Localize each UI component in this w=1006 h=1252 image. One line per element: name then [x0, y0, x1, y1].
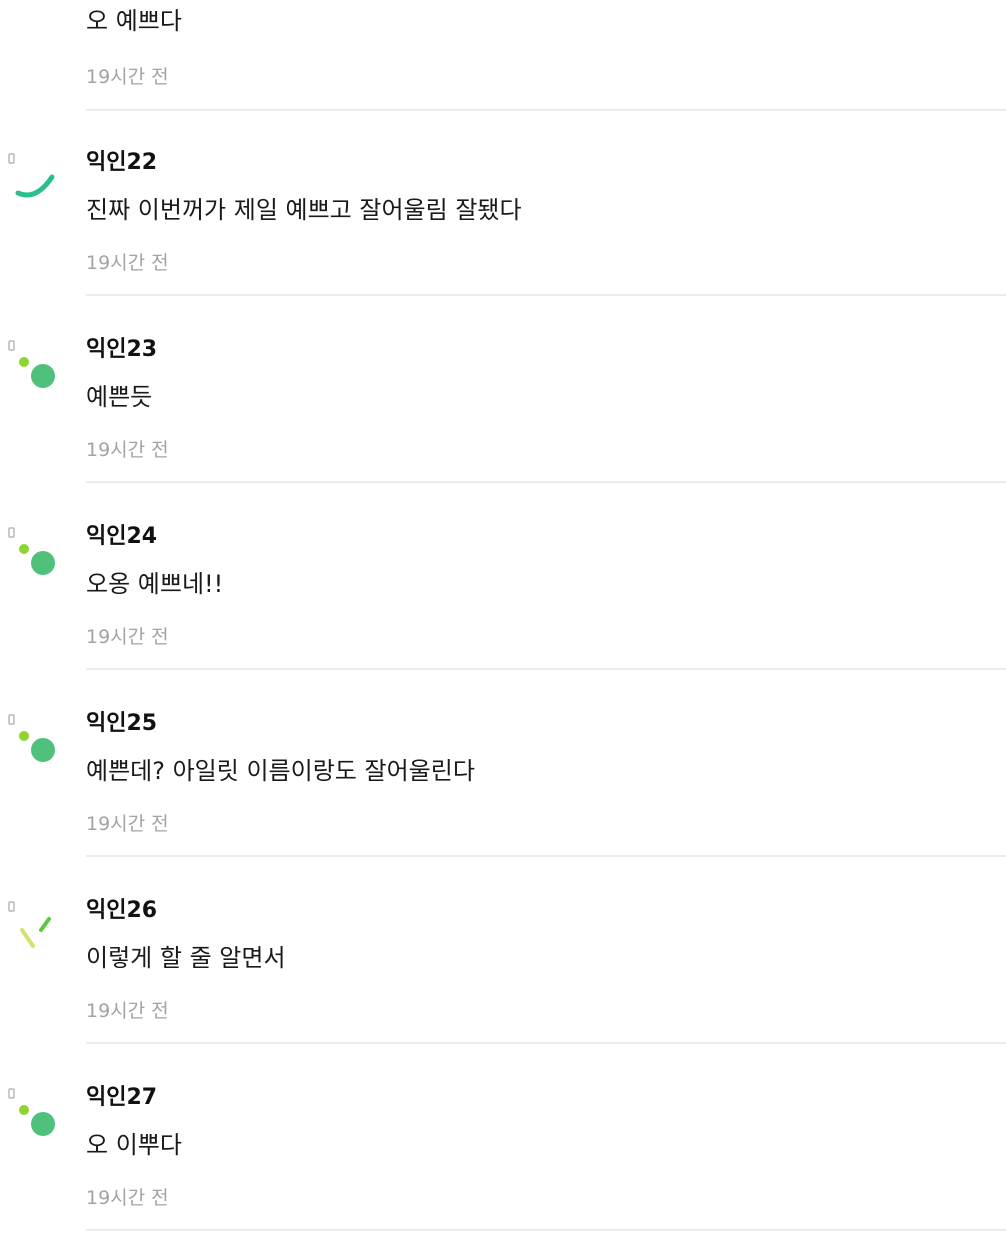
comment-body: 오옹 예쁘네!! — [86, 570, 224, 598]
comment-divider — [86, 294, 1006, 296]
comment-list: 오 예쁘다 19시간 전 익인22 진짜 이번꺼가 제일 예쁘고 잘어울림 잘됐… — [0, 0, 1006, 1252]
comment-author[interactable]: 익인22 — [86, 149, 157, 177]
comment-author[interactable]: 익인26 — [86, 897, 157, 925]
green-dots-icon — [8, 340, 55, 388]
comment-item: 익인27 오 이뿌다 19시간 전 — [0, 1084, 1006, 1252]
comment-author[interactable]: 익인27 — [86, 1084, 157, 1112]
comment-body: 예쁜데? 아일릿 이름이랑도 잘어울린다 — [86, 757, 475, 785]
avatar[interactable] — [0, 897, 70, 977]
comment-item: 익인22 진짜 이번꺼가 제일 예쁘고 잘어울림 잘됐다 19시간 전 — [0, 149, 1006, 336]
comment-item: 익인23 예쁜듯 19시간 전 — [0, 336, 1006, 523]
comment-author[interactable]: 익인23 — [86, 336, 157, 364]
avatar[interactable] — [0, 1084, 70, 1164]
teal-arc-icon — [8, 153, 55, 198]
comment-time: 19시간 전 — [86, 1187, 169, 1209]
comment-divider — [86, 109, 1006, 111]
green-dots-icon — [8, 527, 55, 575]
green-dots-icon — [8, 714, 55, 762]
comment-divider — [86, 668, 1006, 670]
comment-time: 19시간 전 — [86, 626, 169, 648]
green-lines-icon — [8, 901, 51, 948]
green-dots-icon — [8, 1088, 55, 1136]
avatar[interactable] — [0, 149, 70, 229]
comment-body: 진짜 이번꺼가 제일 예쁘고 잘어울림 잘됐다 — [86, 196, 522, 224]
avatar[interactable] — [0, 336, 70, 416]
comment-time: 19시간 전 — [86, 813, 169, 835]
comment-item: 익인26 이렇게 할 줄 알면서 19시간 전 — [0, 897, 1006, 1084]
avatar[interactable] — [0, 523, 70, 603]
comment-author[interactable]: 익인25 — [86, 710, 157, 738]
comment-body: 예쁜듯 — [86, 383, 153, 411]
comment-item: 오 예쁘다 19시간 전 — [0, 0, 1006, 111]
comment-body: 오 예쁘다 — [86, 7, 182, 35]
comment-divider — [86, 1229, 1006, 1231]
avatar[interactable] — [0, 710, 70, 790]
comment-divider — [86, 855, 1006, 857]
comment-time: 19시간 전 — [86, 1000, 169, 1022]
comment-time: 19시간 전 — [86, 439, 169, 461]
comment-divider — [86, 1042, 1006, 1044]
comment-item: 익인24 오옹 예쁘네!! 19시간 전 — [0, 523, 1006, 710]
comment-body: 이렇게 할 줄 알면서 — [86, 944, 286, 972]
comment-author[interactable]: 익인24 — [86, 523, 157, 551]
comment-time: 19시간 전 — [86, 252, 169, 274]
comment-item: 익인25 예쁜데? 아일릿 이름이랑도 잘어울린다 19시간 전 — [0, 710, 1006, 897]
comment-divider — [86, 481, 1006, 483]
comment-time: 19시간 전 — [86, 66, 169, 88]
comment-body: 오 이뿌다 — [86, 1131, 182, 1159]
